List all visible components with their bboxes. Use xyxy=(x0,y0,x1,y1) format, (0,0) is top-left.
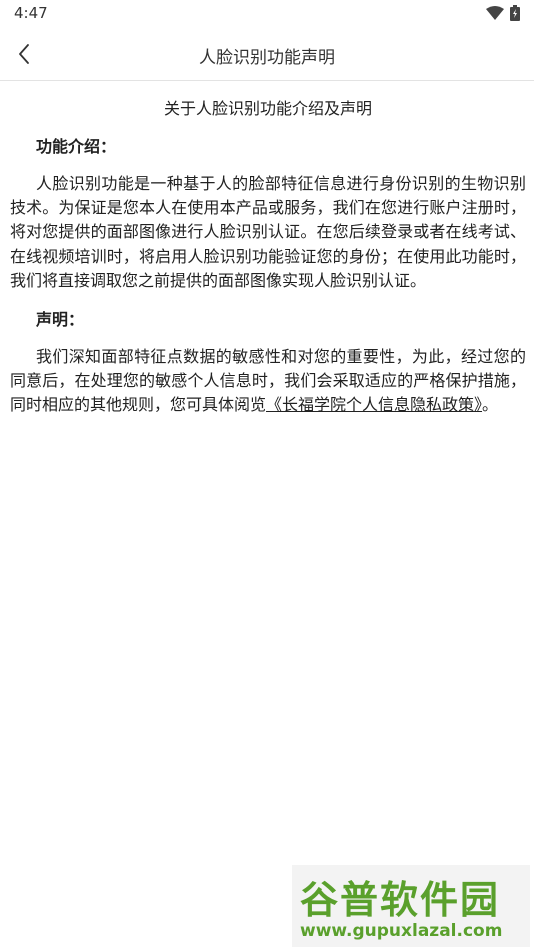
privacy-policy-link[interactable]: 《长福学院个人信息隐私政策》 xyxy=(266,395,482,414)
statement-paragraph: 我们深知面部特征点数据的敏感性和对您的重要性，为此，经过您的同意后，在处理您的敏… xyxy=(10,345,526,418)
wifi-icon xyxy=(486,6,504,20)
intro-section-title: 功能介绍： xyxy=(36,137,117,156)
statement-end: 。 xyxy=(482,395,499,415)
document-heading: 关于人脸识别功能介绍及声明 xyxy=(163,99,372,118)
status-time: 4:47 xyxy=(14,4,48,22)
document-content: 关于人脸识别功能介绍及声明 功能介绍： 人脸识别功能是一种基于人的脸部特征信息进… xyxy=(10,98,526,418)
status-icons xyxy=(486,5,520,21)
statement-section-title: 声明： xyxy=(36,310,85,330)
intro-paragraph: 人脸识别功能是一种基于人的脸部特征信息进行身份识别的生物识别技术。为保证是您本人… xyxy=(10,174,526,290)
nav-bar: 人脸识别功能声明 xyxy=(0,28,534,81)
status-bar: 4:47 xyxy=(0,0,534,28)
battery-charging-icon xyxy=(510,5,520,21)
watermark-url: www.gupuxlazal.com xyxy=(300,921,503,941)
watermark-logo: 谷普软件园 xyxy=(300,878,501,922)
watermark: 谷普软件园 www.gupuxlazal.com xyxy=(292,865,530,947)
page-title: 人脸识别功能声明 xyxy=(199,48,335,68)
